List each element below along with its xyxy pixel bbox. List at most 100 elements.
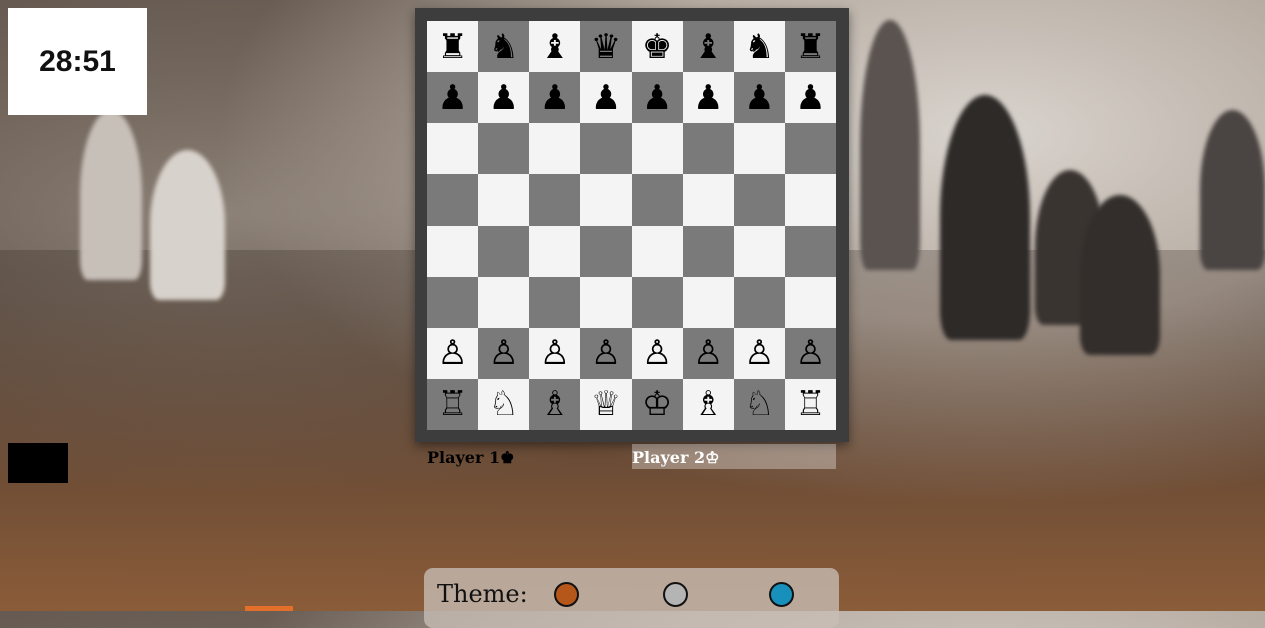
chess-piece[interactable]: ♞ <box>488 30 518 64</box>
square-f2[interactable]: ♙ <box>682 327 734 379</box>
square-h6[interactable] <box>784 123 836 175</box>
chess-piece[interactable]: ♟ <box>795 81 825 115</box>
square-d3[interactable] <box>580 276 632 328</box>
square-c4[interactable] <box>529 225 581 277</box>
chess-piece[interactable]: ♙ <box>591 336 621 370</box>
chess-piece[interactable]: ♛ <box>591 30 621 64</box>
square-b4[interactable] <box>478 225 530 277</box>
chess-piece[interactable]: ♔ <box>642 387 672 421</box>
square-c6[interactable] <box>529 123 581 175</box>
chess-piece[interactable]: ♟ <box>540 81 570 115</box>
square-d4[interactable] <box>580 225 632 277</box>
square-h2[interactable]: ♙ <box>784 327 836 379</box>
square-e6[interactable] <box>631 123 683 175</box>
chess-piece[interactable]: ♜ <box>437 30 467 64</box>
game-timer: 28:51 <box>8 8 147 115</box>
square-e7[interactable]: ♟ <box>631 72 683 124</box>
chess-piece[interactable]: ♟ <box>591 81 621 115</box>
square-f4[interactable] <box>682 225 734 277</box>
square-a3[interactable] <box>427 276 479 328</box>
square-e8[interactable]: ♚ <box>631 21 683 73</box>
square-f8[interactable]: ♝ <box>682 21 734 73</box>
square-b3[interactable] <box>478 276 530 328</box>
square-d7[interactable]: ♟ <box>580 72 632 124</box>
chess-piece[interactable]: ♙ <box>642 336 672 370</box>
square-a2[interactable]: ♙ <box>427 327 479 379</box>
square-c5[interactable] <box>529 174 581 226</box>
square-a6[interactable] <box>427 123 479 175</box>
square-a5[interactable] <box>427 174 479 226</box>
theme-swatch-brown[interactable] <box>554 582 579 607</box>
chess-piece[interactable]: ♖ <box>795 387 825 421</box>
square-f6[interactable] <box>682 123 734 175</box>
square-h3[interactable] <box>784 276 836 328</box>
chess-piece[interactable]: ♘ <box>488 387 518 421</box>
chess-piece[interactable]: ♙ <box>488 336 518 370</box>
square-b7[interactable]: ♟ <box>478 72 530 124</box>
square-g1[interactable]: ♘ <box>733 378 785 430</box>
square-e5[interactable] <box>631 174 683 226</box>
square-c1[interactable]: ♗ <box>529 378 581 430</box>
square-f5[interactable] <box>682 174 734 226</box>
square-d1[interactable]: ♕ <box>580 378 632 430</box>
square-h5[interactable] <box>784 174 836 226</box>
square-a4[interactable] <box>427 225 479 277</box>
chess-piece[interactable]: ♖ <box>437 387 467 421</box>
square-g5[interactable] <box>733 174 785 226</box>
chess-piece[interactable]: ♙ <box>795 336 825 370</box>
square-d5[interactable] <box>580 174 632 226</box>
square-g2[interactable]: ♙ <box>733 327 785 379</box>
chess-piece[interactable]: ♟ <box>488 81 518 115</box>
square-d6[interactable] <box>580 123 632 175</box>
theme-swatch-blue[interactable] <box>769 582 794 607</box>
square-c8[interactable]: ♝ <box>529 21 581 73</box>
square-a7[interactable]: ♟ <box>427 72 479 124</box>
square-g6[interactable] <box>733 123 785 175</box>
square-g7[interactable]: ♟ <box>733 72 785 124</box>
chess-piece[interactable]: ♟ <box>693 81 723 115</box>
square-f7[interactable]: ♟ <box>682 72 734 124</box>
chess-piece[interactable]: ♘ <box>744 387 774 421</box>
square-a1[interactable]: ♖ <box>427 378 479 430</box>
square-c2[interactable]: ♙ <box>529 327 581 379</box>
chess-piece[interactable]: ♙ <box>540 336 570 370</box>
square-c7[interactable]: ♟ <box>529 72 581 124</box>
square-b5[interactable] <box>478 174 530 226</box>
square-e2[interactable]: ♙ <box>631 327 683 379</box>
square-d8[interactable]: ♛ <box>580 21 632 73</box>
chess-piece[interactable]: ♙ <box>437 336 467 370</box>
chess-piece[interactable]: ♟ <box>642 81 672 115</box>
chess-piece[interactable]: ♟ <box>437 81 467 115</box>
square-e4[interactable] <box>631 225 683 277</box>
square-b1[interactable]: ♘ <box>478 378 530 430</box>
square-d2[interactable]: ♙ <box>580 327 632 379</box>
chess-piece[interactable]: ♙ <box>693 336 723 370</box>
chess-piece[interactable]: ♚ <box>642 30 672 64</box>
square-h1[interactable]: ♖ <box>784 378 836 430</box>
square-h8[interactable]: ♜ <box>784 21 836 73</box>
chess-piece[interactable]: ♙ <box>744 336 774 370</box>
square-b2[interactable]: ♙ <box>478 327 530 379</box>
square-g8[interactable]: ♞ <box>733 21 785 73</box>
square-a8[interactable]: ♜ <box>427 21 479 73</box>
square-f1[interactable]: ♗ <box>682 378 734 430</box>
chess-piece[interactable]: ♗ <box>540 387 570 421</box>
square-e3[interactable] <box>631 276 683 328</box>
chess-piece[interactable]: ♗ <box>693 387 723 421</box>
square-b8[interactable]: ♞ <box>478 21 530 73</box>
square-e1[interactable]: ♔ <box>631 378 683 430</box>
chess-piece[interactable]: ♝ <box>540 30 570 64</box>
square-g4[interactable] <box>733 225 785 277</box>
chess-piece[interactable]: ♕ <box>591 387 621 421</box>
square-g3[interactable] <box>733 276 785 328</box>
chess-piece[interactable]: ♟ <box>744 81 774 115</box>
square-b6[interactable] <box>478 123 530 175</box>
square-h7[interactable]: ♟ <box>784 72 836 124</box>
square-f3[interactable] <box>682 276 734 328</box>
chess-piece[interactable]: ♜ <box>795 30 825 64</box>
chess-piece[interactable]: ♝ <box>693 30 723 64</box>
square-h4[interactable] <box>784 225 836 277</box>
square-c3[interactable] <box>529 276 581 328</box>
chess-piece[interactable]: ♞ <box>744 30 774 64</box>
theme-swatch-gray[interactable] <box>663 582 688 607</box>
